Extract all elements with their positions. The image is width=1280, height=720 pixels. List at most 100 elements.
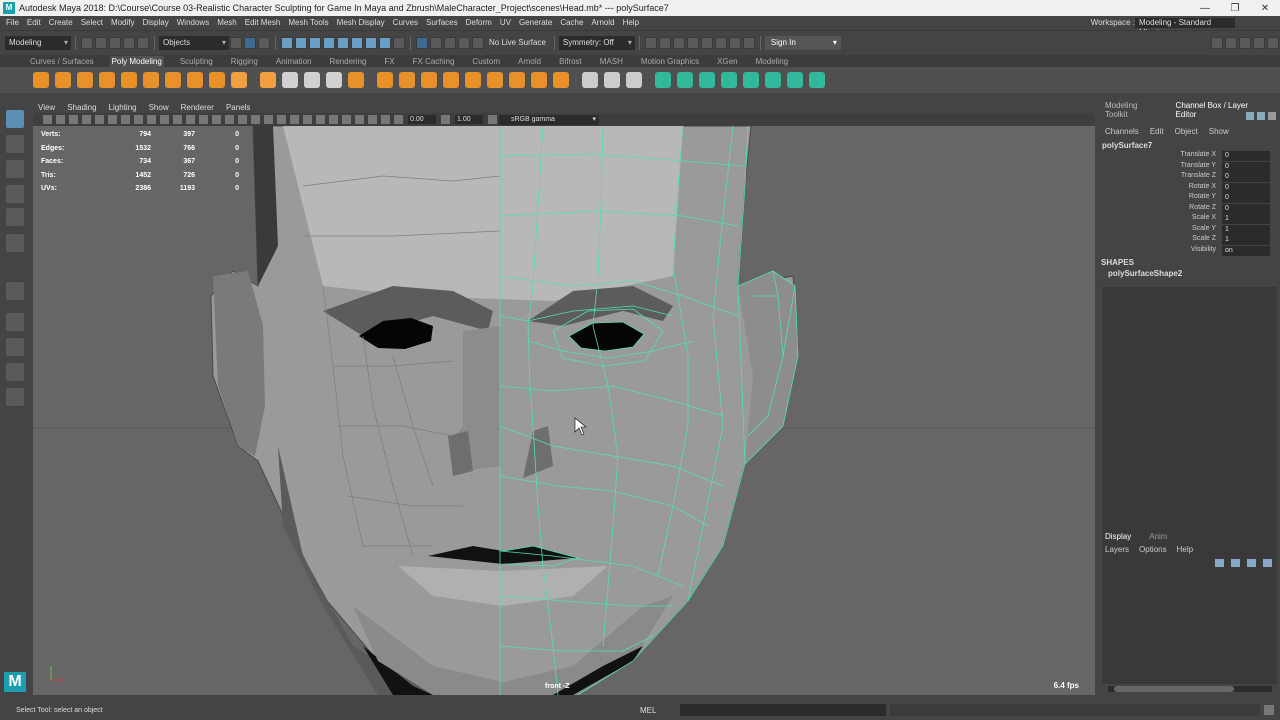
panel-menu-show[interactable]: Show bbox=[149, 103, 169, 112]
shelf-tool-icon[interactable] bbox=[165, 72, 181, 88]
lasso-tool-icon[interactable] bbox=[6, 135, 24, 153]
snap-grid-icon[interactable] bbox=[416, 36, 428, 49]
textured-icon[interactable] bbox=[251, 115, 260, 124]
shadows-icon[interactable] bbox=[277, 115, 286, 124]
shelf-tool-icon[interactable] bbox=[509, 72, 525, 88]
shelf-tool-icon[interactable] bbox=[231, 72, 247, 88]
xray-active-icon[interactable] bbox=[368, 115, 377, 124]
shelf-tool-icon[interactable] bbox=[326, 72, 342, 88]
shelf-tool-icon[interactable] bbox=[487, 72, 503, 88]
close-button[interactable]: ✕ bbox=[1250, 3, 1280, 14]
layer-scrollbar[interactable] bbox=[1108, 686, 1272, 692]
shelf-tab-rendering[interactable]: Rendering bbox=[327, 56, 368, 67]
channel-box-toggle-icon[interactable] bbox=[1239, 36, 1251, 49]
depth-of-field-icon[interactable] bbox=[329, 115, 338, 124]
command-input[interactable] bbox=[680, 704, 886, 716]
layout-two-pane-icon[interactable] bbox=[6, 363, 24, 381]
color-management-icon[interactable] bbox=[488, 115, 497, 124]
panel-menu-view[interactable]: View bbox=[38, 103, 55, 112]
menu-uv[interactable]: UV bbox=[500, 18, 511, 27]
shelf-tool-icon[interactable] bbox=[304, 72, 320, 88]
attr-row[interactable]: Rotate Z 0 bbox=[1100, 203, 1280, 214]
attr-row[interactable]: Translate Z 0 bbox=[1100, 172, 1280, 182]
film-gate-icon[interactable] bbox=[134, 115, 143, 124]
shelf-tool-icon[interactable] bbox=[604, 72, 620, 88]
gamma-field[interactable]: 1.00 bbox=[455, 115, 483, 124]
snap-view-plane-icon[interactable] bbox=[458, 36, 470, 49]
gamma-icon[interactable] bbox=[441, 115, 450, 124]
attr-row[interactable]: Rotate Y 0 bbox=[1100, 193, 1280, 203]
cb-menu-edit[interactable]: Edit bbox=[1150, 127, 1164, 136]
shelf-tab-sculpting[interactable]: Sculpting bbox=[178, 56, 215, 67]
live-surface-label[interactable]: No Live Surface bbox=[489, 38, 546, 47]
select-handles-icon[interactable] bbox=[281, 36, 293, 49]
outliner-toggle-icon[interactable] bbox=[1267, 36, 1279, 49]
shelf-tool-icon[interactable] bbox=[531, 72, 547, 88]
shelf-tab-curves-surfaces[interactable]: Curves / Surfaces bbox=[28, 56, 96, 67]
shelf-tab-mash[interactable]: MASH bbox=[598, 56, 625, 67]
attr-value[interactable]: 0 bbox=[1222, 161, 1270, 172]
menu-arnold[interactable]: Arnold bbox=[591, 18, 614, 27]
render-view-icon[interactable] bbox=[644, 36, 657, 49]
wireframe-icon[interactable] bbox=[199, 115, 208, 124]
smooth-shade-icon[interactable] bbox=[212, 115, 221, 124]
tool-settings-toggle-icon[interactable] bbox=[1225, 36, 1237, 49]
attr-value[interactable]: 1 bbox=[1222, 214, 1270, 224]
shelf-tool-icon[interactable] bbox=[55, 72, 71, 88]
hierarchy-mode-icon[interactable] bbox=[230, 36, 242, 49]
menu-display[interactable]: Display bbox=[143, 18, 169, 27]
attr-row[interactable]: Translate Y 0 bbox=[1100, 161, 1280, 172]
attr-value[interactable]: 0 bbox=[1222, 182, 1270, 193]
component-mode-icon[interactable] bbox=[258, 36, 270, 49]
attr-row[interactable]: Scale Z 1 bbox=[1100, 235, 1280, 245]
save-scene-icon[interactable] bbox=[109, 36, 121, 49]
select-deformations-icon[interactable] bbox=[337, 36, 349, 49]
move-layer-up-icon[interactable] bbox=[1215, 559, 1224, 567]
menu-modify[interactable]: Modify bbox=[111, 18, 135, 27]
new-scene-icon[interactable] bbox=[81, 36, 93, 49]
shelf-tool-icon[interactable] bbox=[465, 72, 481, 88]
last-tool-icon[interactable] bbox=[6, 282, 24, 300]
shelf-tool-icon[interactable] bbox=[282, 72, 298, 88]
attr-row[interactable]: Scale Y 1 bbox=[1100, 224, 1280, 235]
shelf-tool-icon[interactable] bbox=[699, 72, 715, 88]
tab-anim-layers[interactable]: Anim bbox=[1149, 532, 1167, 541]
render-settings-icon[interactable] bbox=[686, 36, 699, 49]
search-icon[interactable] bbox=[1257, 112, 1265, 120]
snap-live-icon[interactable] bbox=[472, 36, 484, 49]
new-layer-from-selection-icon[interactable] bbox=[1263, 559, 1272, 567]
scrollbar-thumb[interactable] bbox=[1114, 686, 1234, 692]
select-dynamics-icon[interactable] bbox=[351, 36, 363, 49]
field-chart-icon[interactable] bbox=[173, 115, 182, 124]
layer-menu-help[interactable]: Help bbox=[1177, 545, 1193, 554]
attr-value[interactable]: 0 bbox=[1222, 203, 1270, 214]
shelf-tool-icon[interactable] bbox=[348, 72, 364, 88]
workspace-dropdown[interactable]: Modeling - Standard Mine* bbox=[1135, 17, 1235, 37]
menu-edit[interactable]: Edit bbox=[27, 18, 41, 27]
menu-deform[interactable]: Deform bbox=[466, 18, 492, 27]
pause-icon[interactable] bbox=[742, 36, 755, 49]
safe-action-icon[interactable] bbox=[186, 115, 195, 124]
redo-icon[interactable] bbox=[137, 36, 149, 49]
layer-menu-options[interactable]: Options bbox=[1139, 545, 1167, 554]
paint-select-tool-icon[interactable] bbox=[6, 160, 24, 178]
shelf-tool-icon[interactable] bbox=[33, 72, 49, 88]
shelf-tool-icon[interactable] bbox=[443, 72, 459, 88]
shape-node-name[interactable]: polySurfaceShape2 bbox=[1108, 269, 1182, 278]
shelf-tool-icon[interactable] bbox=[121, 72, 137, 88]
render-frame-icon[interactable] bbox=[658, 36, 671, 49]
motion-blur-icon[interactable] bbox=[303, 115, 312, 124]
open-scene-icon[interactable] bbox=[95, 36, 107, 49]
shelf-tool-icon[interactable] bbox=[99, 72, 115, 88]
menu-cache[interactable]: Cache bbox=[560, 18, 583, 27]
view-transform-dropdown[interactable]: sRGB gamma bbox=[499, 114, 599, 125]
panel-menu-shading[interactable]: Shading bbox=[67, 103, 96, 112]
shelf-tool-icon[interactable] bbox=[209, 72, 225, 88]
attr-row[interactable]: Rotate X 0 bbox=[1100, 182, 1280, 193]
shelf-tool-icon[interactable] bbox=[399, 72, 415, 88]
exposure-field[interactable]: 0.00 bbox=[408, 115, 436, 124]
shelf-tool-icon[interactable] bbox=[721, 72, 737, 88]
hypershade-icon[interactable] bbox=[700, 36, 713, 49]
attr-value[interactable]: 1 bbox=[1222, 224, 1270, 235]
object-mode-icon[interactable] bbox=[244, 36, 256, 49]
